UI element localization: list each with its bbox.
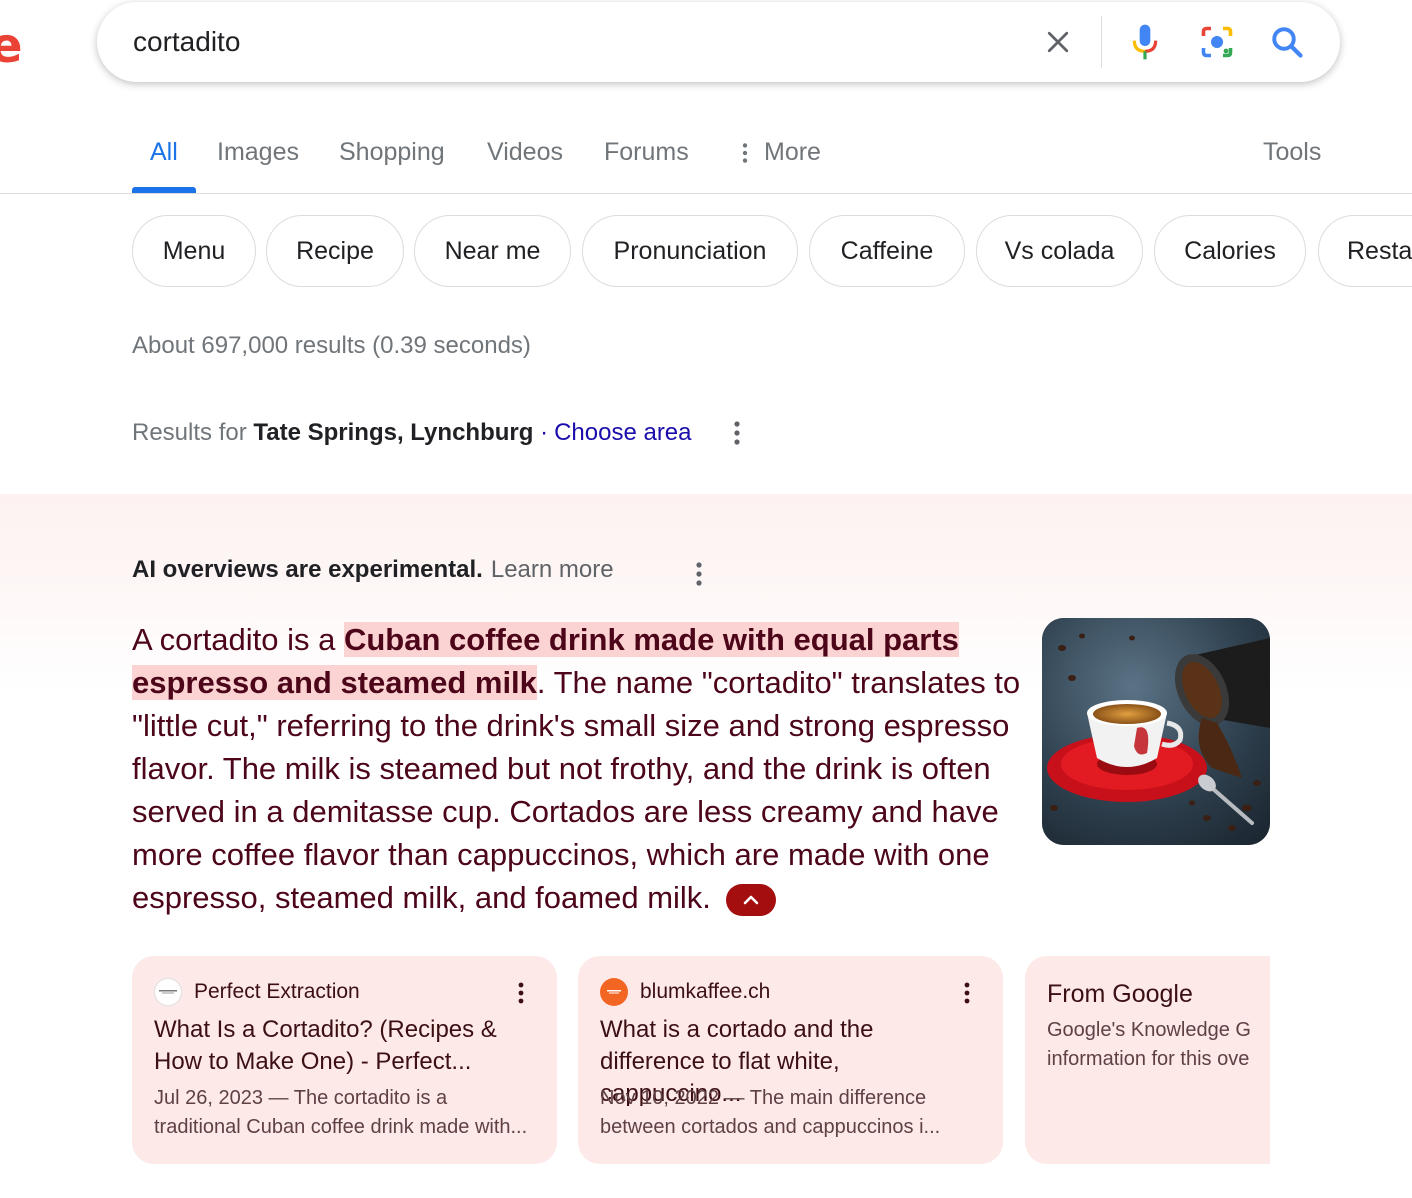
- source-snippet: Jul 26, 2023 — The cortadito is a tradit…: [154, 1087, 528, 1138]
- tab-images[interactable]: Images: [217, 138, 299, 167]
- coffee-image[interactable]: [1042, 618, 1270, 845]
- lens-search-button[interactable]: [1193, 18, 1241, 66]
- chip-menu[interactable]: Menu: [132, 215, 256, 287]
- chip-restaurants[interactable]: Restau: [1318, 215, 1412, 287]
- location-place: Tate Springs, Lynchburg: [253, 419, 534, 446]
- lens-icon: [1201, 26, 1233, 58]
- chip-caffeine[interactable]: Caffeine: [809, 215, 965, 287]
- tab-more[interactable]: More: [738, 138, 821, 167]
- close-icon: [1047, 31, 1069, 53]
- tab-videos[interactable]: Videos: [487, 138, 563, 167]
- source-site-name: Perfect Extraction: [194, 980, 360, 1003]
- ai-overview-text: A cortadito is a Cuban coffee drink made…: [132, 618, 1032, 919]
- card-more-icon[interactable]: [957, 980, 977, 1006]
- clear-search-button[interactable]: [1034, 18, 1082, 66]
- source-card[interactable]: Perfect Extraction What Is a Cortadito? …: [132, 956, 557, 1164]
- active-tab-indicator: [132, 187, 196, 193]
- source-title[interactable]: What Is a Cortadito? (Recipes & How to M…: [154, 1014, 534, 1078]
- ai-overview-header: AI overviews are experimental. Learn mor…: [132, 556, 614, 584]
- tools-button[interactable]: Tools: [1263, 138, 1321, 167]
- location-line: Results for Tate Springs, Lynchburg · Cho…: [132, 419, 692, 447]
- chip-recipe[interactable]: Recipe: [266, 215, 404, 287]
- from-google-description: Google's Knowledge G information for thi…: [1047, 1019, 1251, 1070]
- ai-text-intro: A cortadito is a: [132, 622, 344, 657]
- location-prefix: Results for: [132, 419, 247, 446]
- chip-near-me[interactable]: Near me: [414, 215, 571, 287]
- chip-calories[interactable]: Calories: [1154, 215, 1306, 287]
- learn-more-link[interactable]: Learn more: [491, 556, 614, 584]
- search-input[interactable]: [133, 24, 993, 60]
- cortadito-cup-illustration: [1042, 618, 1270, 845]
- search-icon: [1272, 27, 1303, 58]
- collapse-button[interactable]: [725, 883, 776, 916]
- tab-shopping[interactable]: Shopping: [339, 138, 445, 167]
- location-separator: ·: [540, 419, 549, 446]
- blumkaffee-favicon: [600, 978, 628, 1006]
- ai-text-rest: . The name "cortadito" translates to "li…: [132, 665, 1021, 915]
- vertical-dots-icon: [742, 143, 748, 164]
- site-logo-icon: [607, 990, 621, 994]
- tab-more-label: More: [764, 138, 821, 166]
- result-stats: About 697,000 results (0.39 seconds): [132, 332, 531, 359]
- google-logo-fragment[interactable]: e: [0, 18, 23, 74]
- source-card[interactable]: blumkaffee.ch What is a cortado and the …: [578, 956, 1003, 1164]
- search-box: [97, 2, 1340, 82]
- search-divider: [1101, 16, 1102, 68]
- source-site-name: blumkaffee.ch: [640, 980, 771, 1003]
- ai-experimental-notice: AI overviews are experimental.: [132, 556, 483, 583]
- voice-search-button[interactable]: [1121, 18, 1169, 66]
- chip-pronunciation[interactable]: Pronunciation: [582, 215, 798, 287]
- from-google-card[interactable]: From Google Google's Knowledge G informa…: [1025, 956, 1270, 1164]
- choose-area-link[interactable]: Choose area: [554, 419, 691, 447]
- location-more-icon[interactable]: [722, 418, 752, 448]
- source-header: blumkaffee.ch: [600, 978, 770, 1006]
- card-more-icon[interactable]: [511, 980, 531, 1006]
- mic-icon: [1132, 24, 1158, 60]
- chip-vs-colada[interactable]: Vs colada: [976, 215, 1143, 287]
- search-tabs: All Images Shopping Videos Forums More T…: [0, 120, 1412, 194]
- tab-forums[interactable]: Forums: [604, 138, 689, 167]
- perfect-extraction-favicon: [154, 978, 182, 1006]
- tab-all[interactable]: All: [150, 138, 178, 167]
- ai-source-cards: Perfect Extraction What Is a Cortadito? …: [132, 956, 1270, 1166]
- search-submit-button[interactable]: [1263, 18, 1311, 66]
- refinement-chips: Menu Recipe Near me Pronunciation Caffei…: [132, 215, 1412, 287]
- source-header: Perfect Extraction: [154, 978, 360, 1006]
- source-snippet: Nov 10, 2022 — The main difference betwe…: [600, 1087, 941, 1138]
- from-google-title: From Google: [1047, 980, 1193, 1008]
- ai-overview-more-icon[interactable]: [684, 559, 714, 589]
- site-logo-icon: [159, 990, 177, 994]
- chevron-up-icon: [743, 895, 758, 905]
